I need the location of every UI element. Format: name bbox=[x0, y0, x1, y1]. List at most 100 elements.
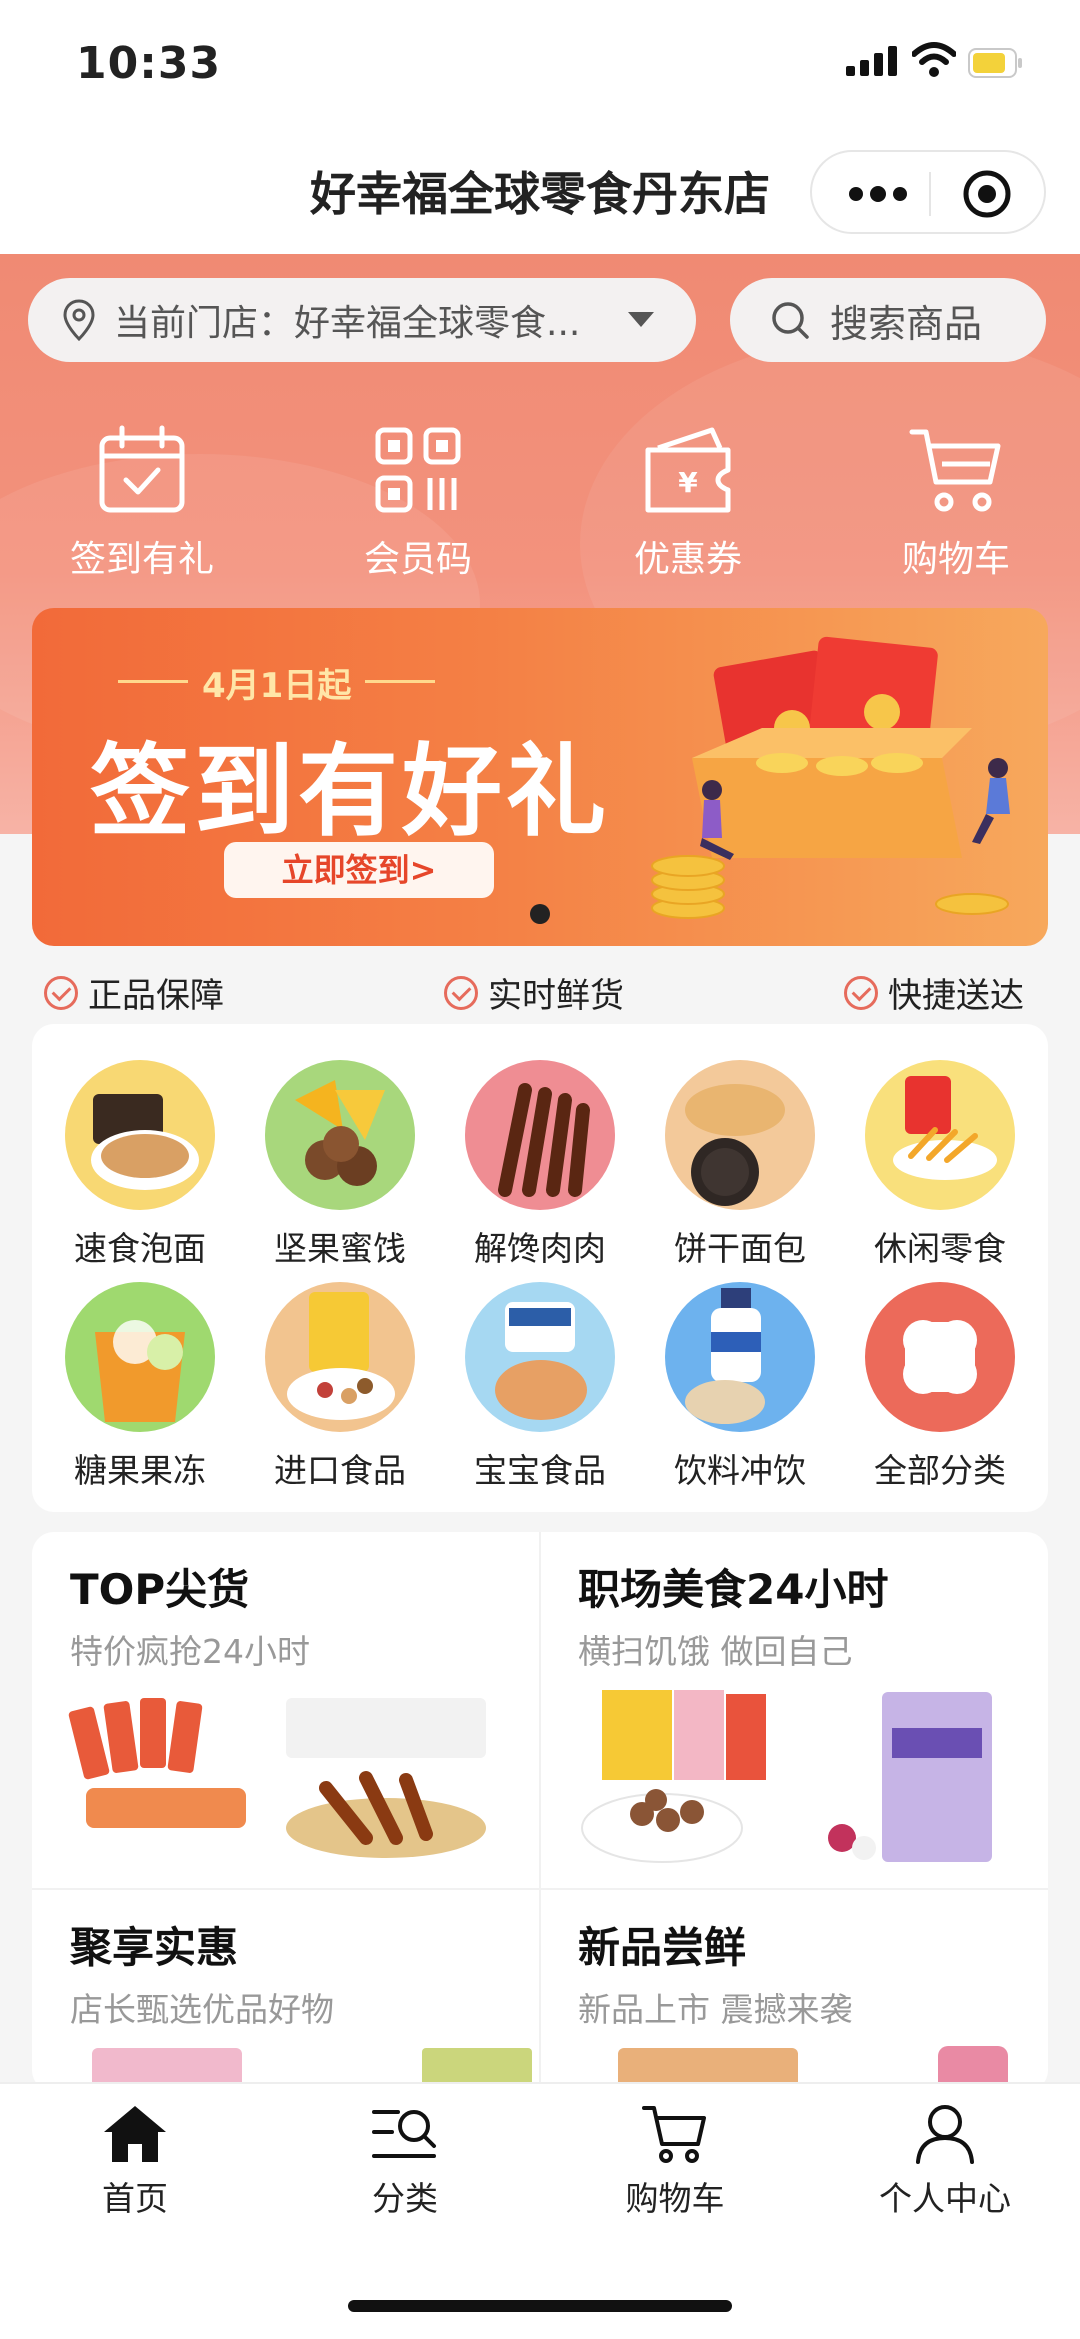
promo-title: 新品尝鲜 bbox=[578, 1923, 747, 1972]
tab-home[interactable]: 首页 bbox=[0, 2104, 270, 2220]
promo-top-deals[interactable]: TOP尖货 特价疯抢24小时 bbox=[70, 1556, 578, 1673]
home-icon bbox=[104, 2106, 166, 2162]
cart-icon bbox=[909, 429, 1001, 512]
cart-icon bbox=[642, 2106, 706, 2163]
quick-action-cart[interactable]: 购物车 bbox=[846, 424, 1066, 582]
promo-subtitle: 新品上市 震撼来袭 bbox=[578, 1990, 853, 2029]
promo-title: 聚享实惠 bbox=[70, 1923, 239, 1972]
category-imported[interactable]: 进口食品 bbox=[240, 1282, 440, 1492]
category-candy[interactable]: 糖果果冻 bbox=[40, 1282, 240, 1492]
checkin-banner[interactable]: 4月1日起 签到有好礼 立即签到> bbox=[32, 608, 1048, 946]
check-circle-icon bbox=[44, 975, 78, 1010]
drink-bottle-image bbox=[685, 1288, 765, 1424]
svg-text:¥: ¥ bbox=[678, 466, 698, 499]
carousel-indicator[interactable] bbox=[530, 904, 550, 924]
baby-food-image bbox=[495, 1302, 587, 1420]
category-meat[interactable]: 解馋肉肉 bbox=[440, 1060, 640, 1270]
home-indicator[interactable] bbox=[348, 2300, 732, 2312]
service-guarantees: 正品保障 实时鲜货 快捷送达 bbox=[0, 960, 1080, 1020]
category-baby-food[interactable]: 宝宝食品 bbox=[440, 1282, 640, 1492]
tab-label: 购物车 bbox=[625, 2179, 725, 2218]
calendar-check-icon bbox=[99, 425, 185, 513]
status-bar: 10:33 bbox=[0, 0, 1080, 130]
coupon-icon: ¥ bbox=[645, 427, 731, 513]
imported-food-image bbox=[287, 1292, 395, 1420]
search-button[interactable]: 搜索商品 bbox=[730, 278, 1046, 362]
category-drinks[interactable]: 饮料冲饮 bbox=[640, 1282, 840, 1492]
chips-image bbox=[893, 1076, 997, 1180]
mini-program-capsule bbox=[810, 150, 1046, 234]
promo-grid: TOP尖货 特价疯抢24小时 职场美食24小时 横扫饥饿 做回自己 聚享实惠 店… bbox=[32, 1532, 1048, 2092]
qr-code-icon bbox=[375, 427, 461, 513]
store-selector-label: 当前门店：好幸福全球零食... bbox=[114, 303, 581, 344]
category-biscuits[interactable]: 饼干面包 bbox=[640, 1060, 840, 1270]
status-time: 10:33 bbox=[76, 38, 222, 89]
category-instant-noodles[interactable]: 速食泡面 bbox=[40, 1060, 240, 1270]
guarantee-item: 正品保障 bbox=[44, 968, 224, 1017]
location-pin-icon bbox=[63, 299, 95, 341]
promo-title: TOP尖货 bbox=[70, 1565, 250, 1614]
category-image bbox=[65, 1282, 215, 1432]
wifi-icon bbox=[912, 42, 956, 77]
category-label: 饼干面包 bbox=[674, 1229, 806, 1268]
quick-action-label: 购物车 bbox=[901, 539, 1010, 580]
quick-action-coupon[interactable]: ¥ 优惠券 bbox=[578, 424, 798, 582]
checkin-now-button[interactable]: 立即签到> bbox=[224, 842, 494, 898]
banner-date: 4月1日起 bbox=[117, 658, 436, 707]
promo-new-arrivals[interactable]: 新品尝鲜 新品上市 震撼来袭 bbox=[578, 1914, 1048, 2031]
category-label: 进口食品 bbox=[274, 1451, 406, 1490]
check-circle-icon bbox=[844, 975, 878, 1010]
cellular-signal-icon bbox=[846, 46, 897, 76]
noodle-bowl-image bbox=[91, 1094, 199, 1190]
banner-headline: 签到有好礼 bbox=[90, 733, 610, 850]
category-label: 全部分类 bbox=[874, 1451, 1006, 1490]
meat-snack-image bbox=[498, 1083, 590, 1197]
tab-label: 个人中心 bbox=[879, 2179, 1011, 2218]
category-image bbox=[265, 1060, 415, 1210]
close-miniprogram-icon[interactable] bbox=[962, 169, 1012, 219]
more-icon[interactable] bbox=[848, 180, 908, 208]
biscuit-image bbox=[685, 1084, 785, 1206]
promo-subtitle: 店长甄选优品好物 bbox=[70, 1990, 334, 2029]
category-image bbox=[665, 1282, 815, 1432]
category-all[interactable]: 全部分类 bbox=[840, 1282, 1040, 1492]
category-nuts[interactable]: 坚果蜜饯 bbox=[240, 1060, 440, 1270]
guarantee-label: 快捷送达 bbox=[888, 976, 1024, 1016]
promo-office-food[interactable]: 职场美食24小时 横扫饥饿 做回自己 bbox=[578, 1556, 1048, 1673]
guarantee-item: 实时鲜货 bbox=[444, 968, 624, 1017]
user-icon bbox=[916, 2105, 974, 2164]
quick-action-member-code[interactable]: 会员码 bbox=[308, 424, 528, 582]
promo-subtitle: 特价疯抢24小时 bbox=[70, 1632, 310, 1671]
category-label: 坚果蜜饯 bbox=[274, 1229, 406, 1268]
category-image bbox=[465, 1060, 615, 1210]
category-image bbox=[265, 1282, 415, 1432]
category-label: 糖果果冻 bbox=[74, 1451, 206, 1490]
battery-icon bbox=[968, 48, 1022, 78]
promo-title: 职场美食24小时 bbox=[578, 1565, 889, 1614]
guarantee-item: 快捷送达 bbox=[844, 968, 1024, 1017]
store-selector[interactable]: 当前门店：好幸福全球零食... bbox=[28, 278, 696, 362]
category-label: 休闲零食 bbox=[874, 1229, 1006, 1268]
category-label: 宝宝食品 bbox=[474, 1451, 606, 1490]
category-label: 解馋肉肉 bbox=[474, 1229, 606, 1268]
category-snacks[interactable]: 休闲零食 bbox=[840, 1060, 1040, 1270]
quick-action-checkin[interactable]: 签到有礼 bbox=[32, 424, 252, 582]
tab-profile[interactable]: 个人中心 bbox=[810, 2104, 1080, 2220]
capsule-divider bbox=[929, 172, 931, 216]
quick-action-label: 会员码 bbox=[363, 539, 472, 580]
promo-subtitle: 横扫饥饿 做回自己 bbox=[578, 1632, 853, 1671]
search-icon bbox=[772, 302, 809, 339]
category-image bbox=[865, 1060, 1015, 1210]
all-categories-icon bbox=[903, 1320, 977, 1394]
search-label: 搜索商品 bbox=[830, 301, 983, 346]
category-label: 饮料冲饮 bbox=[674, 1451, 806, 1490]
tab-category[interactable]: 分类 bbox=[270, 2104, 540, 2220]
tab-label: 分类 bbox=[372, 2179, 438, 2218]
promo-value-picks[interactable]: 聚享实惠 店长甄选优品好物 bbox=[70, 1914, 578, 2031]
check-circle-icon bbox=[444, 975, 478, 1010]
tab-cart[interactable]: 购物车 bbox=[540, 2104, 810, 2220]
gift-box-illustration bbox=[651, 636, 1010, 919]
category-image bbox=[465, 1282, 615, 1432]
divider bbox=[32, 1888, 1048, 1890]
guarantee-label: 实时鲜货 bbox=[488, 976, 624, 1016]
